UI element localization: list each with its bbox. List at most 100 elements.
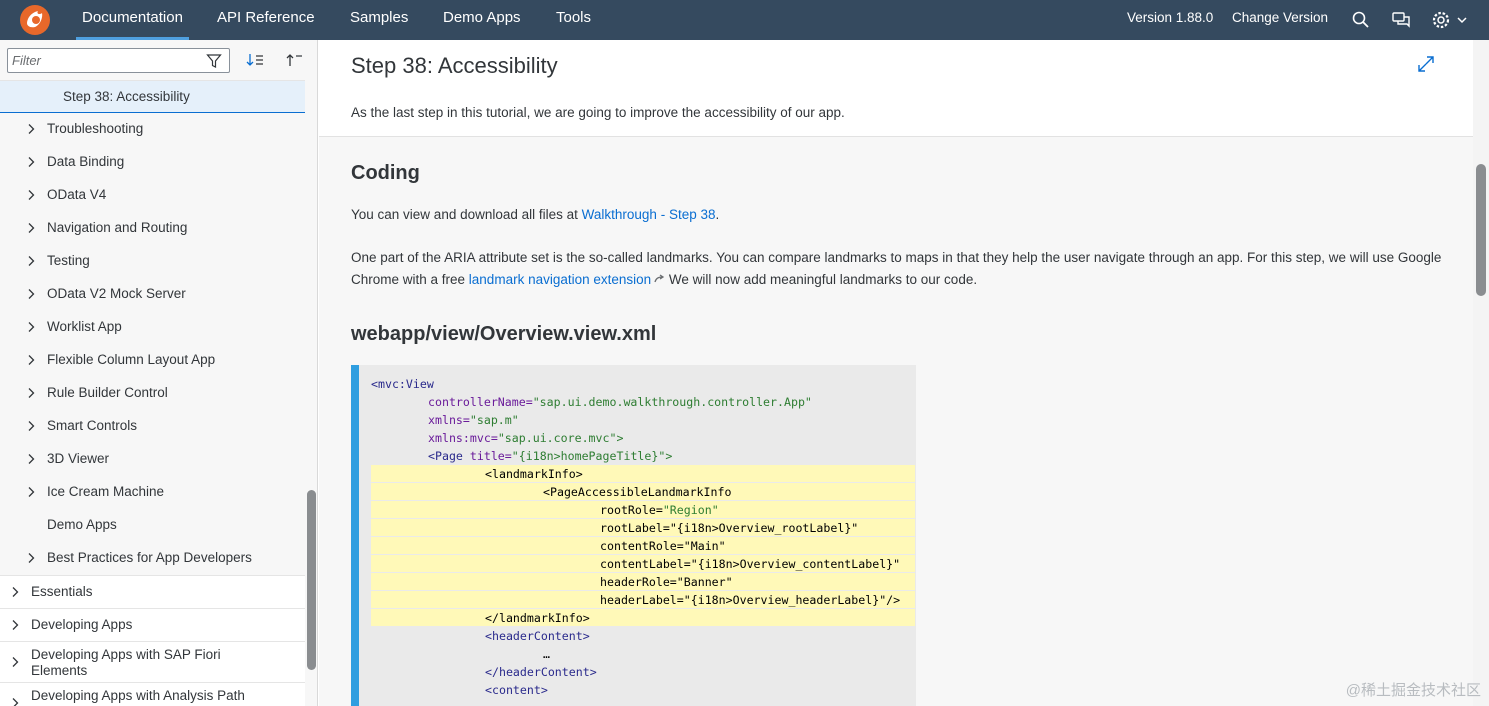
tree-item[interactable]: Navigation and Routing (0, 212, 305, 245)
tree-item[interactable]: Demo Apps (0, 509, 305, 542)
code-line: contentLabel="{i18n>Overview_contentLabe… (600, 555, 900, 573)
sap-logo-icon[interactable] (18, 3, 52, 37)
filter-field[interactable] (7, 48, 230, 73)
code-line: xmlns:mvc="sap.ui.core.mvc"> (428, 429, 623, 447)
tree-item-label: Essentials (31, 584, 93, 599)
tree-item[interactable]: Testing (0, 245, 305, 278)
chevron-down-icon[interactable] (1455, 9, 1469, 31)
chevron-right-icon[interactable] (26, 486, 36, 498)
tree-item-label: Developing Apps with Analysis Path (31, 688, 245, 703)
tab-documentation[interactable]: Documentation (76, 0, 189, 40)
tree-item-label: Best Practices for App Developers (47, 550, 252, 565)
code-token: <headerContent> (485, 629, 590, 643)
code-token: rootRole= (600, 503, 663, 517)
code-token: contentRole="Main" (600, 539, 726, 553)
scroll-to-top-icon[interactable] (284, 51, 304, 69)
tree-item-label: Rule Builder Control (47, 385, 168, 400)
code-token: "sap.ui.core.mvc"> (497, 431, 624, 445)
page-header: Step 38: Accessibility As the last step … (319, 40, 1473, 137)
chevron-right-icon[interactable] (26, 354, 36, 366)
paragraph-text: You can view and download all files at (351, 207, 582, 222)
chevron-right-icon[interactable] (26, 552, 36, 564)
code-token: headerRole="Banner" (600, 575, 733, 589)
chevron-right-icon[interactable] (26, 189, 36, 201)
code-token: <mvc:View (371, 377, 434, 391)
main-content: Step 38: Accessibility As the last step … (319, 40, 1489, 706)
tree-item-essentials[interactable]: Essentials (0, 575, 305, 608)
filter-icon[interactable] (206, 53, 222, 69)
code-token: rootLabel= (600, 521, 670, 535)
change-version-button[interactable]: Change Version (1232, 0, 1328, 40)
paragraph-text: . (715, 207, 720, 222)
filter-input[interactable] (12, 52, 197, 69)
chevron-right-icon[interactable] (10, 697, 20, 706)
sidebar-scrollbar[interactable] (307, 490, 316, 670)
fullscreen-icon[interactable] (1416, 54, 1436, 74)
sidebar: Step 38: Accessibility Troubleshooting Da… (0, 40, 318, 706)
intro-text: As the last step in this tutorial, we ar… (351, 105, 845, 120)
chevron-right-icon[interactable] (10, 619, 20, 631)
tree-item[interactable]: Worklist App (0, 311, 305, 344)
chevron-right-icon[interactable] (10, 586, 20, 598)
code-token: "{i18n>homePageTitle}"> (511, 449, 673, 463)
tree-item-developing-apps[interactable]: Developing Apps (0, 608, 305, 641)
tree-item-selected[interactable]: Step 38: Accessibility (0, 81, 305, 113)
tree-item[interactable]: Smart Controls (0, 410, 305, 443)
chevron-right-icon[interactable] (26, 288, 36, 300)
search-icon[interactable] (1350, 9, 1372, 31)
chevron-right-icon[interactable] (26, 222, 36, 234)
tree-item[interactable]: OData V2 Mock Server (0, 278, 305, 311)
tree-item-label: Troubleshooting (47, 121, 144, 136)
tree-item[interactable]: Ice Cream Machine (0, 476, 305, 509)
tree-item-label: Worklist App (47, 319, 122, 334)
tree-item-analysis-path[interactable]: Developing Apps with Analysis Path (0, 682, 305, 706)
chevron-right-icon[interactable] (26, 420, 36, 432)
chevron-right-icon[interactable] (26, 453, 36, 465)
chevron-right-icon[interactable] (26, 156, 36, 168)
code-token: "Region" (662, 503, 719, 517)
tree-item-label: Ice Cream Machine (47, 484, 165, 499)
chevron-right-icon[interactable] (26, 321, 36, 333)
tree-item[interactable]: Flexible Column Layout App (0, 344, 305, 377)
feedback-icon[interactable] (1390, 9, 1412, 31)
tree-item-label: Navigation and Routing (47, 220, 188, 235)
code-token: controllerName= (428, 395, 533, 409)
chevron-right-icon[interactable] (26, 255, 36, 267)
coding-heading: Coding (351, 162, 420, 184)
code-line: <mvc:View (371, 375, 434, 393)
tree-item-label: OData V2 Mock Server (47, 286, 186, 301)
external-link-icon[interactable] (653, 273, 665, 285)
tree-item[interactable]: Troubleshooting (0, 113, 305, 146)
tab-api-reference[interactable]: API Reference (217, 0, 315, 40)
tree-item-label: Developing Apps with SAP Fiori Elements (31, 647, 221, 678)
tree-item[interactable]: 3D Viewer (0, 443, 305, 476)
chevron-right-icon[interactable] (10, 656, 20, 668)
code-line: rootRole="Region" (600, 501, 719, 519)
code-token: xmlns= (428, 413, 470, 427)
chevron-right-icon[interactable] (26, 387, 36, 399)
tree-item-label: 3D Viewer (47, 451, 110, 466)
code-token: headerLabel="{i18n>Overview_headerLabel}… (600, 593, 901, 607)
collapse-all-icon[interactable] (245, 51, 265, 69)
tree-item-label: Demo Apps (47, 517, 117, 532)
tree-item[interactable]: Data Binding (0, 146, 305, 179)
tree-item-label: Flexible Column Layout App (47, 352, 216, 367)
code-token: </landmarkInfo> (485, 611, 590, 625)
shell-bar: Documentation API Reference Samples Demo… (0, 0, 1489, 40)
tree-item-fiori-elements[interactable]: Developing Apps with SAP Fiori Elements (0, 641, 305, 682)
code-token: contentLabel="{i18n>Overview_contentLabe… (600, 557, 901, 571)
chevron-right-icon[interactable] (26, 123, 36, 135)
tree-item[interactable]: Best Practices for App Developers (0, 542, 305, 575)
scrollbar-thumb[interactable] (1476, 164, 1486, 296)
version-label: Version 1.88.0 (1127, 10, 1214, 25)
tree-item[interactable]: Rule Builder Control (0, 377, 305, 410)
main-scrollbar[interactable] (1473, 40, 1489, 706)
code-token: "sap.ui.demo.walkthrough.controller.App" (532, 395, 812, 409)
tab-samples[interactable]: Samples (350, 0, 408, 40)
tree-item[interactable]: OData V4 (0, 179, 305, 212)
landmark-extension-link[interactable]: landmark navigation extension (469, 272, 651, 287)
tab-tools[interactable]: Tools (556, 0, 591, 40)
tab-demo-apps[interactable]: Demo Apps (443, 0, 521, 40)
walkthrough-step-38-link[interactable]: Walkthrough - Step 38 (582, 207, 716, 222)
settings-gear-icon[interactable] (1430, 9, 1452, 31)
